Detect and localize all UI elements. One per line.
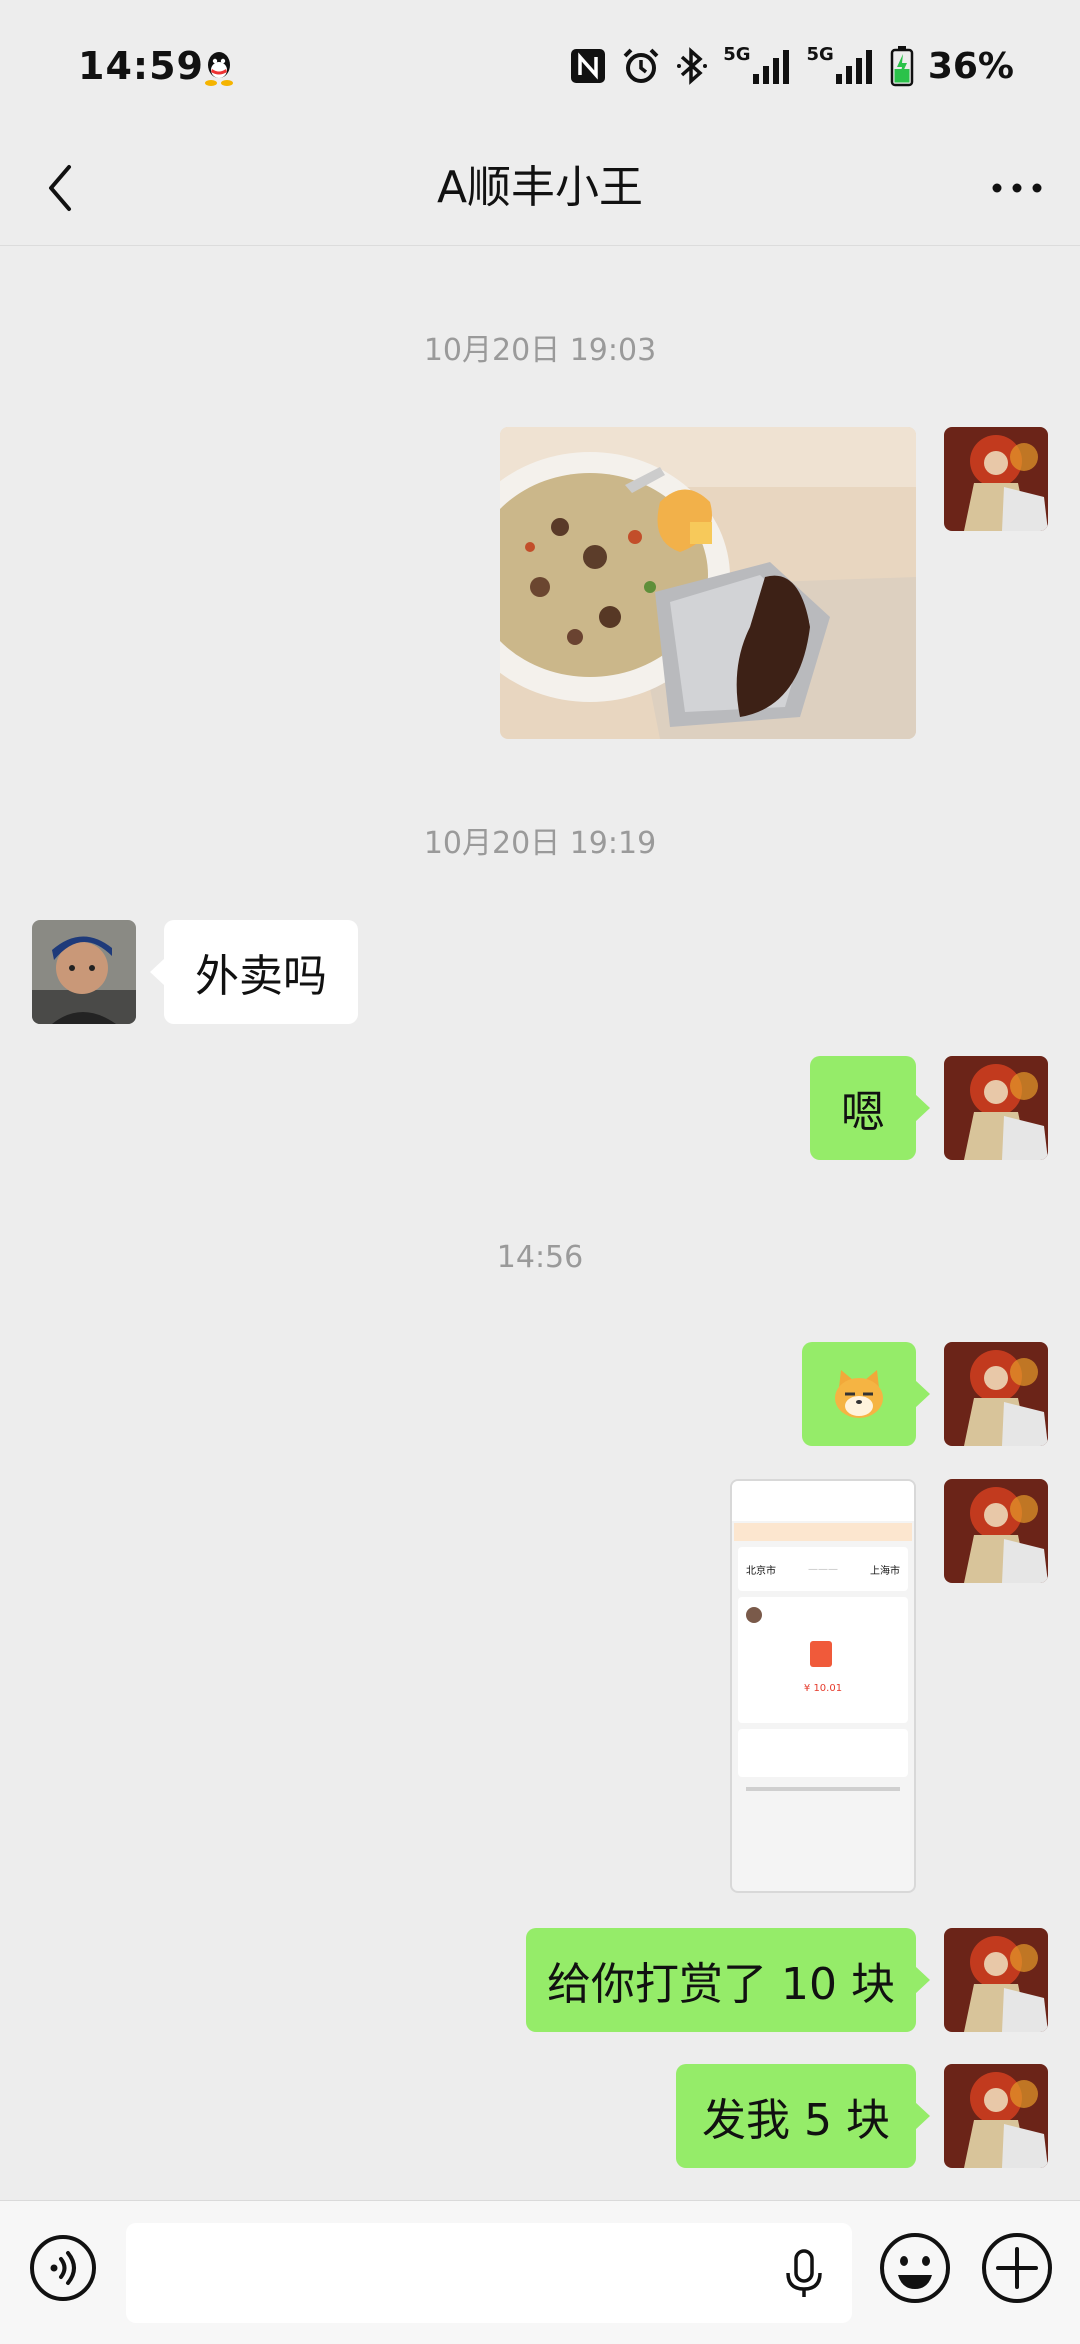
avatar-self[interactable] bbox=[944, 2064, 1048, 2168]
more-button[interactable] bbox=[982, 158, 1052, 218]
bluetooth-icon bbox=[677, 47, 708, 85]
message-input[interactable] bbox=[126, 2223, 852, 2323]
message-bubble-outgoing[interactable]: 给你打赏了 10 块 bbox=[526, 1928, 930, 2032]
alarm-icon bbox=[623, 48, 659, 83]
sticker-bubble[interactable] bbox=[802, 1342, 930, 1446]
avatar-self[interactable] bbox=[944, 1342, 1048, 1446]
nav-bar: A顺丰小王 bbox=[0, 130, 1080, 246]
message-bubble-incoming[interactable]: 外卖吗 bbox=[150, 920, 358, 1024]
avatar-self-image bbox=[944, 2064, 1048, 2168]
avatar-self[interactable] bbox=[944, 1479, 1048, 1583]
screenshot-tip-amount: ¥ 10.01 bbox=[803, 1683, 843, 1694]
plus-icon[interactable] bbox=[980, 2231, 1054, 2305]
input-bar bbox=[0, 2200, 1080, 2344]
signal-1: 5G bbox=[723, 46, 792, 86]
image-message[interactable] bbox=[500, 427, 916, 739]
status-time: 14:59 bbox=[78, 44, 204, 88]
avatar-self-image bbox=[944, 1479, 1048, 1583]
screenshot-to-city: 上海市 bbox=[870, 1565, 900, 1577]
cat-sticker-icon bbox=[835, 1370, 883, 1418]
screenshot-courier-avatar bbox=[746, 1607, 762, 1623]
status-icons: 5G 5G 36% bbox=[569, 44, 1014, 88]
food-photo bbox=[500, 427, 916, 739]
avatar-self-image bbox=[944, 1342, 1048, 1446]
battery-icon bbox=[890, 46, 914, 87]
nfc-icon bbox=[571, 49, 606, 83]
status-bar: 14:59 5G 5G 36% bbox=[0, 0, 1080, 130]
message-timestamp: 14:56 bbox=[496, 1240, 584, 1275]
message-timestamp: 10月20日 19:03 bbox=[423, 333, 657, 368]
screenshot-from-city: 北京市 bbox=[746, 1565, 776, 1577]
avatar-self[interactable] bbox=[944, 1056, 1048, 1160]
more-dots-icon bbox=[992, 183, 1042, 193]
qq-icon bbox=[205, 52, 233, 86]
voice-icon[interactable] bbox=[28, 2233, 98, 2303]
signal-icon bbox=[835, 50, 872, 84]
avatar-contact-image bbox=[32, 920, 136, 1024]
screenshot-courier-card: ¥ 10.01 bbox=[738, 1597, 908, 1723]
signal-icon bbox=[752, 50, 789, 84]
screenshot-notice bbox=[734, 1523, 912, 1541]
signal-2: 5G bbox=[807, 46, 876, 86]
message-timestamp: 10月20日 19:19 bbox=[423, 826, 657, 861]
network-label-1: 5G bbox=[723, 44, 751, 65]
emoji-icon[interactable] bbox=[878, 2231, 952, 2305]
avatar-self[interactable] bbox=[944, 427, 1048, 531]
mic-icon[interactable] bbox=[784, 2249, 824, 2299]
screenshot-route-line: ——— bbox=[808, 1563, 838, 1575]
battery-percent: 36% bbox=[927, 45, 1014, 87]
avatar-self[interactable] bbox=[944, 1928, 1048, 2032]
avatar-self-image bbox=[944, 1928, 1048, 2032]
avatar-self-image bbox=[944, 427, 1048, 531]
message-bubble-outgoing[interactable]: 嗯 bbox=[810, 1056, 930, 1160]
avatar-contact[interactable] bbox=[32, 920, 136, 1024]
message-bubble-outgoing[interactable]: 发我 5 块 bbox=[676, 2064, 930, 2168]
avatar-self-image bbox=[944, 1056, 1048, 1160]
screenshot-status-card bbox=[738, 1729, 908, 1777]
screenshot-footer bbox=[746, 1787, 900, 1791]
screenshot-redpacket-icon bbox=[810, 1641, 832, 1667]
network-label-2: 5G bbox=[806, 44, 834, 65]
screenshot-route: 北京市 ——— 上海市 bbox=[738, 1547, 908, 1591]
chat-title: A顺丰小王 bbox=[436, 162, 644, 213]
screenshot-message[interactable]: 北京市 ——— 上海市 ¥ 10.01 bbox=[730, 1479, 916, 1893]
screenshot-header bbox=[732, 1481, 914, 1521]
